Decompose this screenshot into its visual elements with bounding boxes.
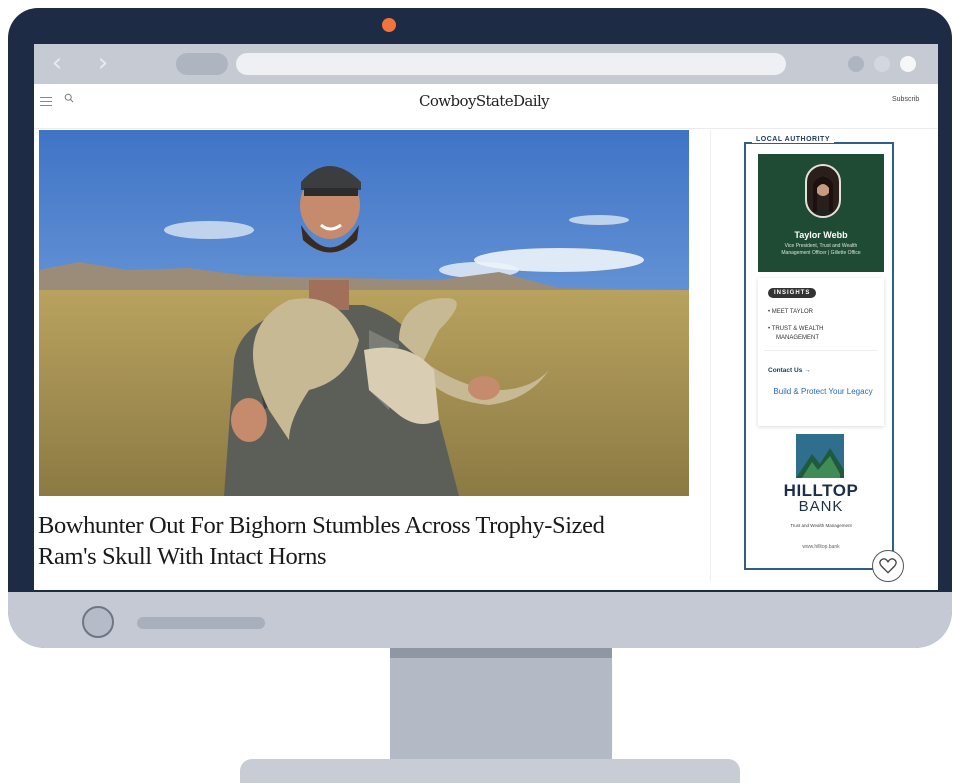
column-divider <box>710 130 711 582</box>
ad-url[interactable]: www.hilltop.bank <box>758 544 884 550</box>
power-button[interactable] <box>82 606 114 638</box>
ad-brand-subtitle: Trust and Wealth Management <box>790 523 852 528</box>
webcam-indicator <box>382 18 396 32</box>
article-headline[interactable]: Bowhunter Out For Bighorn Stumbles Acros… <box>38 510 698 572</box>
ad-section-label: LOCAL AUTHORITY <box>752 136 834 143</box>
ad-list-item-continuation: MANAGEMENT <box>776 335 820 341</box>
ad-insights-card <box>758 278 884 426</box>
headline-line: Bowhunter Out For Bighorn Stumbles Acros… <box>38 512 605 539</box>
ad-person-name: Taylor Webb <box>794 230 848 240</box>
monitor-stand-shadow <box>390 648 612 658</box>
avatar <box>805 164 841 218</box>
browser-tab[interactable] <box>176 53 228 75</box>
favorite-button[interactable] <box>872 550 904 582</box>
hilltop-logo-icon <box>796 434 844 478</box>
browser-toolbar: ‹ › <box>34 44 938 84</box>
menu-icon[interactable] <box>40 97 52 107</box>
window-control-dot[interactable] <box>848 56 864 72</box>
heart-icon <box>878 558 897 574</box>
site-header: CowboyStateDaily Subscrib <box>34 84 938 129</box>
window-control-dot[interactable] <box>874 56 890 72</box>
ad-contact-link[interactable]: Contact Us → <box>768 367 811 374</box>
address-bar[interactable] <box>236 53 786 75</box>
article-hero-image <box>39 130 689 496</box>
headline-line: Ram's Skull With Intact Horns <box>38 543 327 570</box>
chevron-left-icon[interactable]: ‹ <box>44 50 70 76</box>
screen: ‹ › CowboyStateDaily Subscrib Bowhunter … <box>34 44 938 590</box>
monitor-stand-neck <box>390 648 612 766</box>
ad-person-title-line: Management Officer | Gillette Office <box>781 250 861 256</box>
ad-list-item-label: TRUST & WEALTH <box>771 326 824 332</box>
ad-insights-badge: INSIGHTS <box>768 288 817 298</box>
ad-divider <box>764 350 878 351</box>
subscribe-link[interactable]: Subscrib <box>892 96 919 103</box>
ad-list-item[interactable]: • MEET TAYLOR <box>768 308 872 316</box>
ad-list-item[interactable]: • TRUST & WEALTH <box>768 325 872 333</box>
ad-person-title: Vice President, Trust and Wealth Managem… <box>766 243 876 257</box>
site-logo[interactable]: CowboyStateDaily <box>364 92 604 110</box>
monitor-stand-base <box>240 759 740 783</box>
ad-brand-name-secondary: BANK <box>798 498 844 515</box>
search-icon[interactable] <box>64 93 74 103</box>
ad-person-title-line: Vice President, Trust and Wealth <box>784 243 858 249</box>
ad-tagline[interactable]: Build & Protect Your Legacy <box>768 386 878 397</box>
ad-list-item-label: MEET TAYLOR <box>771 309 814 315</box>
monitor-speaker-bar <box>137 617 265 629</box>
portrait-icon <box>813 176 833 216</box>
window-control-dot[interactable] <box>900 56 916 72</box>
chevron-right-icon[interactable]: › <box>90 50 116 76</box>
